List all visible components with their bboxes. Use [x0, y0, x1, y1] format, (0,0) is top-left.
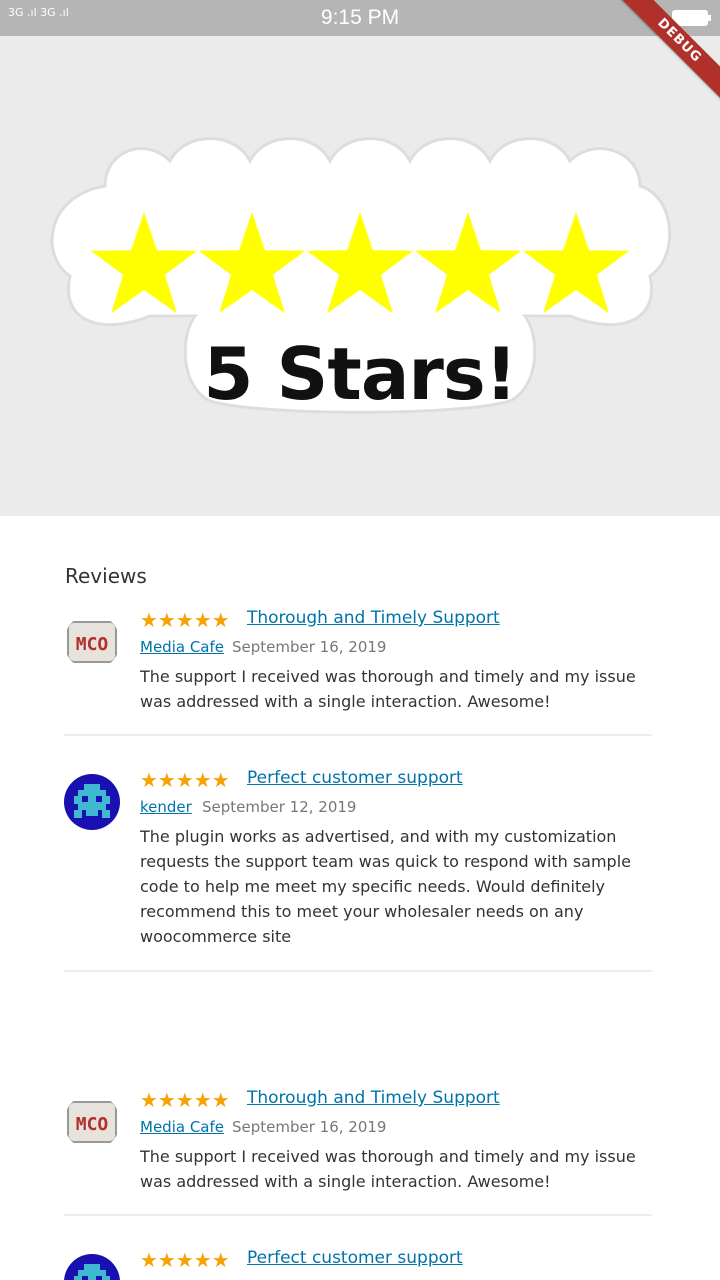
svg-text:MCO: MCO: [76, 634, 109, 655]
review-body: The plugin works as advertised, and with…: [140, 827, 631, 946]
review-title-link[interactable]: Thorough and Timely Support: [247, 1088, 500, 1108]
author-link[interactable]: Media Cafe: [140, 638, 224, 656]
five-stars-sticker: [50, 137, 672, 414]
status-bar: 3G .ıl 3G .ıl 9:15 PM: [0, 0, 720, 36]
svg-text:MCO: MCO: [76, 1114, 109, 1135]
pixel-invader-avatar: [64, 774, 120, 830]
rating-stars: ★★★★★: [140, 608, 230, 632]
rating-stars: ★★★★★: [140, 1088, 230, 1112]
review-title-link[interactable]: Perfect customer support: [247, 1248, 463, 1268]
review-body: The support I received was thorough and …: [140, 1147, 636, 1191]
review-title-link[interactable]: Thorough and Timely Support: [247, 608, 500, 628]
review-date: September 12, 2019: [202, 798, 357, 816]
rating-stars: ★★★★★: [140, 1248, 230, 1272]
review-title-link[interactable]: Perfect customer support: [247, 768, 463, 788]
mco-logo-avatar: MCO: [64, 614, 120, 670]
reviews-section: Reviews MCO ★★★★★ Thorough and Timely Su…: [0, 516, 720, 1280]
status-time: 9:15 PM: [320, 6, 400, 29]
review-item: ★★★★★ Perfect customer support kender Se…: [64, 768, 652, 978]
review-item: MCO ★★★★★ Thorough and Timely Support Me…: [64, 1088, 652, 1218]
reviews-heading: Reviews: [65, 564, 147, 588]
divider: [64, 970, 652, 972]
divider: [64, 734, 652, 736]
hero-image: 5 Stars!: [0, 36, 720, 516]
mco-logo-avatar: MCO: [64, 1094, 120, 1150]
review-item: MCO ★★★★★ Thorough and Timely Support Me…: [64, 608, 652, 738]
pixel-invader-avatar: [64, 1254, 120, 1280]
hero-title: 5 Stars!: [203, 332, 517, 416]
review-date: September 16, 2019: [232, 638, 387, 656]
review-item: ★★★★★ Perfect customer support: [64, 1248, 652, 1280]
divider: [64, 1214, 652, 1216]
review-date: September 16, 2019: [232, 1118, 387, 1136]
author-link[interactable]: Media Cafe: [140, 1118, 224, 1136]
author-link[interactable]: kender: [140, 798, 192, 816]
rating-stars: ★★★★★: [140, 768, 230, 792]
review-body: The support I received was thorough and …: [140, 667, 636, 711]
